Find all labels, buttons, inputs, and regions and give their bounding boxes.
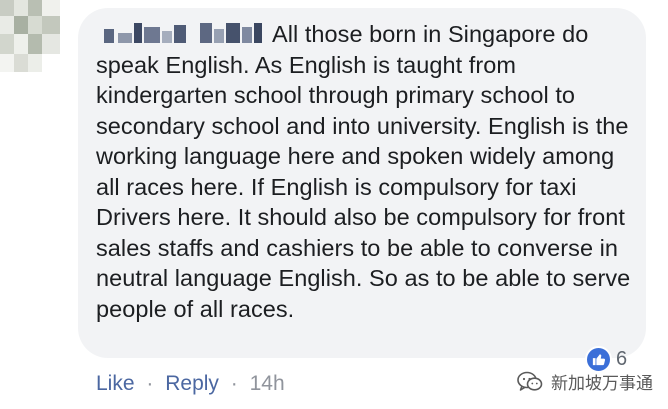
wechat-logo-icon <box>517 371 543 391</box>
watermark-text: 新加坡万事通 <box>551 374 653 393</box>
separator: · <box>146 372 154 395</box>
reaction-count: 6 <box>616 347 628 370</box>
like-link[interactable]: Like <box>96 372 135 395</box>
comment-author-name[interactable] <box>96 21 266 45</box>
comment-screenshot: All those born in Singapore do speak Eng… <box>0 0 668 409</box>
comment-body: All those born in Singapore do speak Eng… <box>96 19 636 324</box>
avatar[interactable] <box>0 0 60 72</box>
separator: · <box>230 372 238 395</box>
comment-actions: Like · Reply · 14h <box>96 372 285 396</box>
reply-link[interactable]: Reply <box>165 372 219 395</box>
timestamp[interactable]: 14h <box>250 372 285 395</box>
comment-text: All those born in Singapore do speak Eng… <box>96 21 631 322</box>
watermark: 新加坡万事通 <box>517 369 653 394</box>
